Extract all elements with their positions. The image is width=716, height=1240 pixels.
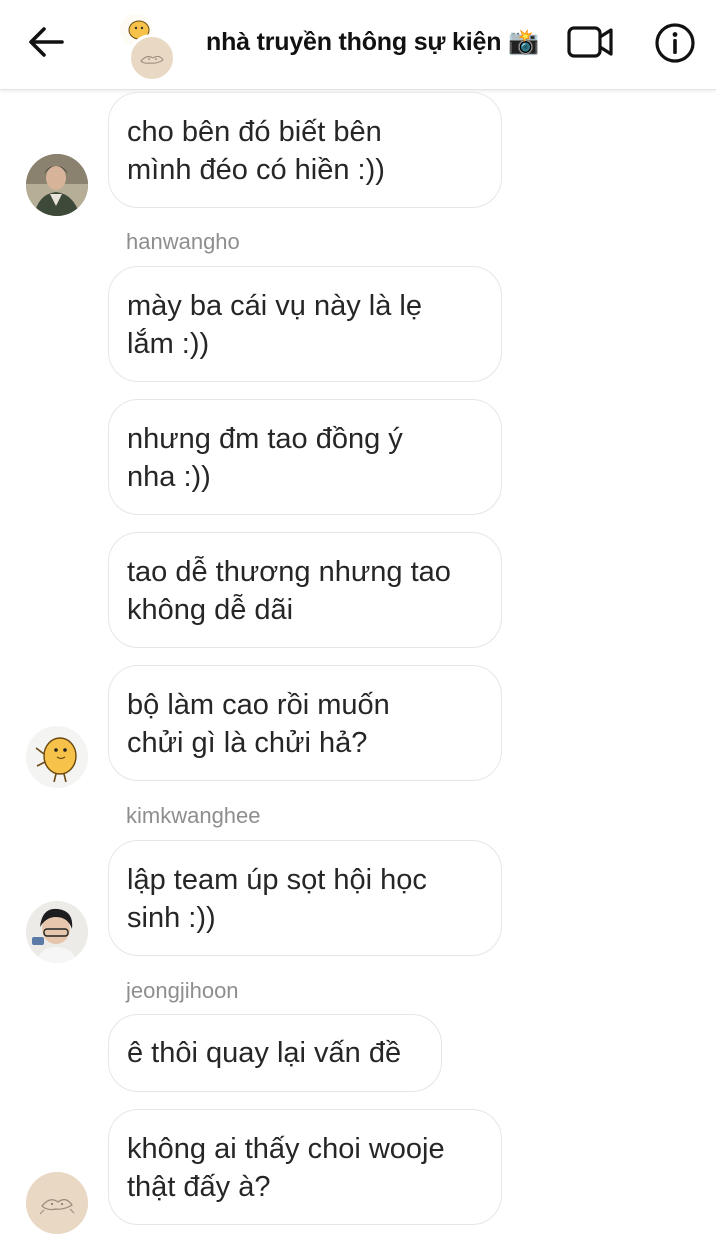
- message-line: chửi gì là chửi hả?: [127, 727, 368, 759]
- video-call-button[interactable]: [566, 22, 616, 62]
- message-bubble[interactable]: bộ làm cao rồi muốn chửi gì là chửi hả?: [108, 665, 502, 781]
- avatar-potato[interactable]: [26, 726, 88, 788]
- message-line: ê thôi quay lại vấn đề: [127, 1037, 402, 1069]
- message-bubble[interactable]: ê thôi quay lại vấn đề: [108, 1014, 442, 1092]
- message-line: nhưng đm tao đồng ý: [127, 423, 403, 455]
- avatar-photo-man[interactable]: [26, 154, 88, 216]
- back-button[interactable]: [26, 24, 66, 60]
- sender-name: jeongjihoon: [126, 978, 239, 1003]
- arrow-left-icon: [29, 27, 64, 57]
- message-line: bộ làm cao rồi muốn: [127, 689, 390, 721]
- message-line: nha :)): [127, 461, 211, 493]
- message-bubble[interactable]: nhưng đm tao đồng ý nha :)): [108, 399, 502, 515]
- message-line: sinh :)): [127, 902, 216, 934]
- message-line: không ai thấy choi wooje: [127, 1133, 445, 1165]
- sender-name: kimkwanghee: [126, 803, 261, 828]
- info-icon: [655, 23, 695, 63]
- message-line: lắm :)): [127, 328, 210, 360]
- chat-header: nhà truyền thông sự kiện 📸: [0, 0, 716, 90]
- message-bubble[interactable]: không ai thấy choi wooje thật đấy à?: [108, 1109, 502, 1225]
- message-line: cho bên đó biết bên: [127, 116, 382, 148]
- info-button[interactable]: [654, 22, 696, 64]
- message-bubble[interactable]: lập team úp sọt hội học sinh :)): [108, 840, 502, 956]
- avatar-sketch: [128, 34, 176, 82]
- message-line: mình đéo có hiền :)): [127, 154, 385, 186]
- avatar-photo-boy[interactable]: [26, 901, 88, 963]
- message-bubble[interactable]: tao dễ thương nhưng tao không dễ dãi: [108, 532, 502, 648]
- message-line: thật đấy à?: [127, 1171, 271, 1203]
- video-camera-icon: [567, 26, 613, 58]
- group-avatar[interactable]: [114, 12, 180, 82]
- message-line: không dễ dãi: [127, 594, 294, 626]
- message-line: mày ba cái vụ này là lẹ: [127, 290, 422, 322]
- message-line: lập team úp sọt hội học: [127, 864, 427, 896]
- message-bubble[interactable]: cho bên đó biết bên mình đéo có hiền :)): [108, 92, 502, 208]
- message-line: tao dễ thương nhưng tao: [127, 556, 451, 588]
- message-bubble[interactable]: mày ba cái vụ này là lẹ lắm :)): [108, 266, 502, 382]
- sender-name: hanwangho: [126, 229, 240, 254]
- avatar-sketch[interactable]: [26, 1172, 88, 1234]
- chat-title[interactable]: nhà truyền thông sự kiện 📸: [206, 28, 539, 57]
